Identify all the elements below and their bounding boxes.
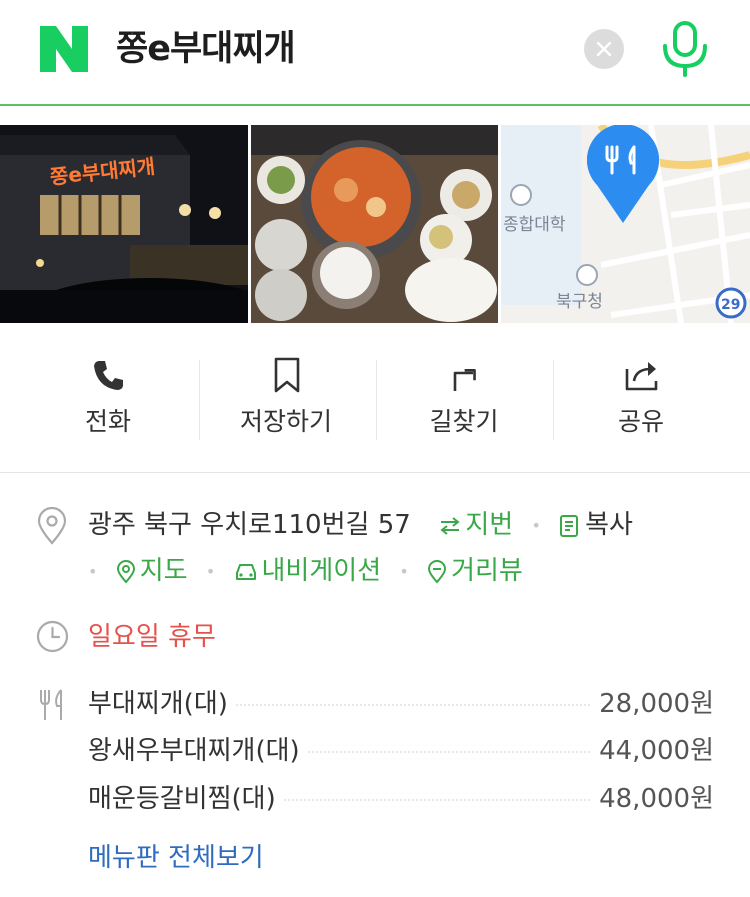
jibun-label: 지번	[465, 510, 514, 540]
navigation-link[interactable]: 내비게이션	[234, 556, 390, 586]
save-button[interactable]: 저장하기	[197, 357, 375, 457]
microphone-icon[interactable]	[660, 20, 710, 78]
menu-item-price: 44,000원	[591, 731, 714, 771]
directions-button[interactable]: 길찾기	[375, 357, 553, 457]
menu-item-price: 48,000원	[591, 779, 714, 819]
save-label: 저장하기	[239, 407, 332, 436]
map-route-badge: 29	[721, 297, 740, 313]
streetview-link[interactable]: 거리뷰	[427, 556, 523, 586]
menu-item[interactable]: 매운등갈비찜(대) 48,000원	[88, 779, 714, 819]
swap-arrows-icon	[440, 516, 460, 535]
map-link[interactable]: 지도	[116, 556, 196, 586]
separator-dot: •	[399, 561, 409, 581]
action-bar: 전화 저장하기 길찾기 공유	[0, 343, 750, 473]
car-icon	[235, 563, 256, 580]
menu-item-price: 28,000원	[591, 684, 714, 724]
menu-item-name: 매운등갈비찜(대)	[88, 779, 284, 819]
share-icon	[625, 362, 658, 391]
search-bar: 쫑e부대찌개	[0, 0, 750, 106]
close-icon	[596, 41, 612, 57]
call-label: 전화	[84, 407, 131, 436]
separator-dot: •	[205, 561, 216, 581]
navigation-label: 내비게이션	[261, 556, 382, 586]
menu-item-name: 부대찌개(대)	[88, 684, 236, 724]
map-thumbnail[interactable]: 종합대학 북구청 29	[501, 125, 750, 323]
call-button[interactable]: 전화	[19, 357, 197, 457]
photo-exterior[interactable]: 쫑e부대찌개	[0, 125, 248, 323]
map-pin-icon	[116, 559, 135, 584]
view-full-menu-link[interactable]: 메뉴판 전체보기	[88, 838, 264, 878]
streetview-label: 거리뷰	[451, 556, 523, 586]
menu-item-name: 왕새우부대찌개(대)	[88, 731, 308, 771]
copy-address-button[interactable]: 복사	[559, 510, 633, 540]
clear-search-button[interactable]	[584, 29, 624, 69]
address-row: 광주 북구 우치로110번길 57 지번 • 복사	[88, 506, 633, 545]
separator-dot: •	[531, 515, 541, 535]
copy-label: 복사	[585, 510, 633, 540]
streetview-icon	[428, 559, 447, 584]
bookmark-icon	[274, 357, 300, 393]
menu-item[interactable]: 왕새우부대찌개(대) 44,000원	[88, 731, 714, 771]
directions-label: 길찾기	[429, 407, 499, 436]
photo-food[interactable]	[251, 125, 498, 323]
address-text: 광주 북구 우치로110번길 57	[88, 510, 411, 540]
copy-icon	[560, 514, 579, 537]
map-label: 지도	[139, 556, 188, 586]
map-label-bukgu-office: 북구청	[556, 292, 603, 312]
map-label-university: 종합대학	[503, 215, 566, 235]
business-hours: 일요일 휴무	[88, 622, 216, 652]
photo-strip: 쫑e부대찌개 종합대학 북구청 29	[0, 125, 750, 323]
naver-logo[interactable]	[40, 26, 88, 72]
directions-icon	[453, 368, 476, 391]
share-button[interactable]: 공유	[552, 357, 730, 457]
separator-dot: •	[88, 561, 98, 581]
menu-item[interactable]: 부대찌개(대) 28,000원	[88, 684, 714, 724]
address-links-row: • 지도 • 내비게이션 • 거리뷰	[88, 552, 523, 591]
share-label: 공유	[617, 407, 664, 436]
search-query[interactable]: 쫑e부대찌개	[116, 26, 296, 72]
phone-icon	[94, 361, 123, 390]
jibun-toggle[interactable]: 지번	[439, 510, 521, 540]
clock-icon	[36, 620, 69, 653]
location-pin-icon	[37, 507, 67, 545]
fork-knife-icon	[40, 689, 62, 720]
